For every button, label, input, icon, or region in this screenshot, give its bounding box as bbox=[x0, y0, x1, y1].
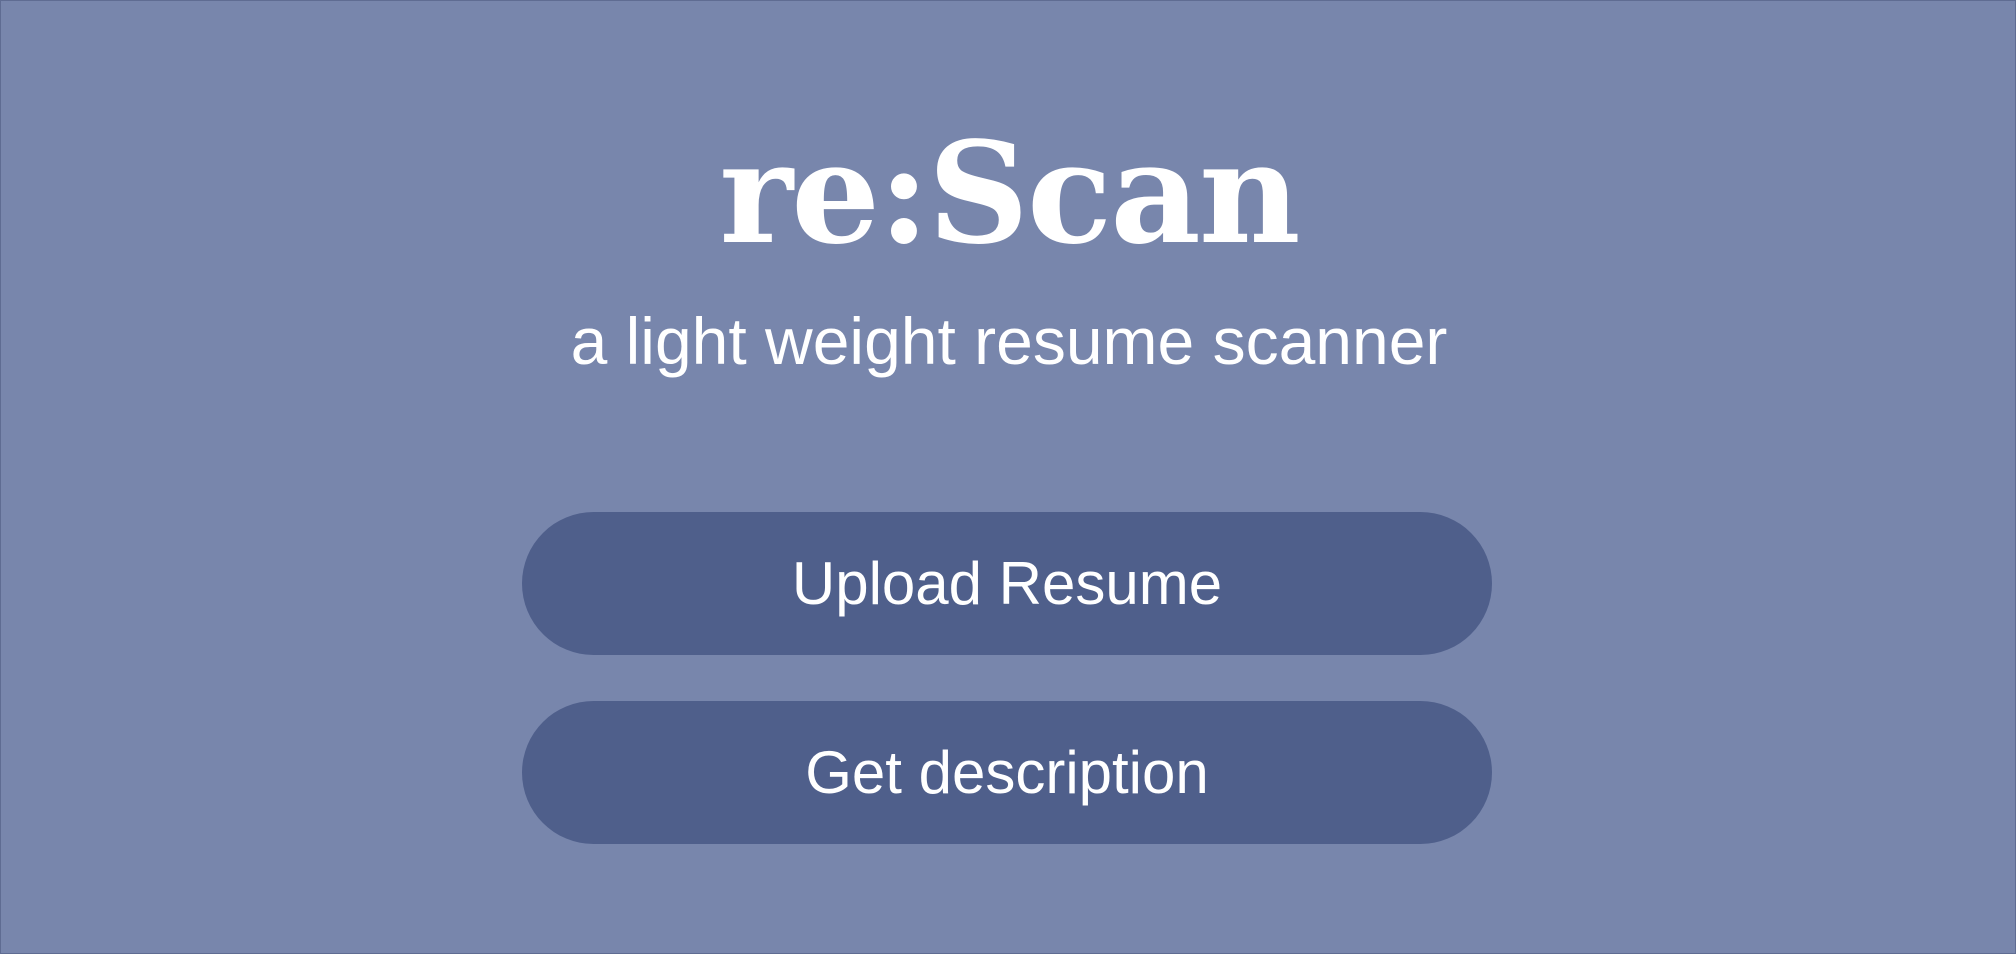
app-tagline: a light weight resume scanner bbox=[570, 304, 1448, 378]
upload-resume-button[interactable]: Upload Resume bbox=[522, 512, 1492, 655]
get-description-button[interactable]: Get description bbox=[522, 701, 1492, 844]
app-title: re:Scan bbox=[719, 112, 1300, 276]
landing-page: re:Scan a light weight resume scanner Up… bbox=[0, 0, 2016, 954]
